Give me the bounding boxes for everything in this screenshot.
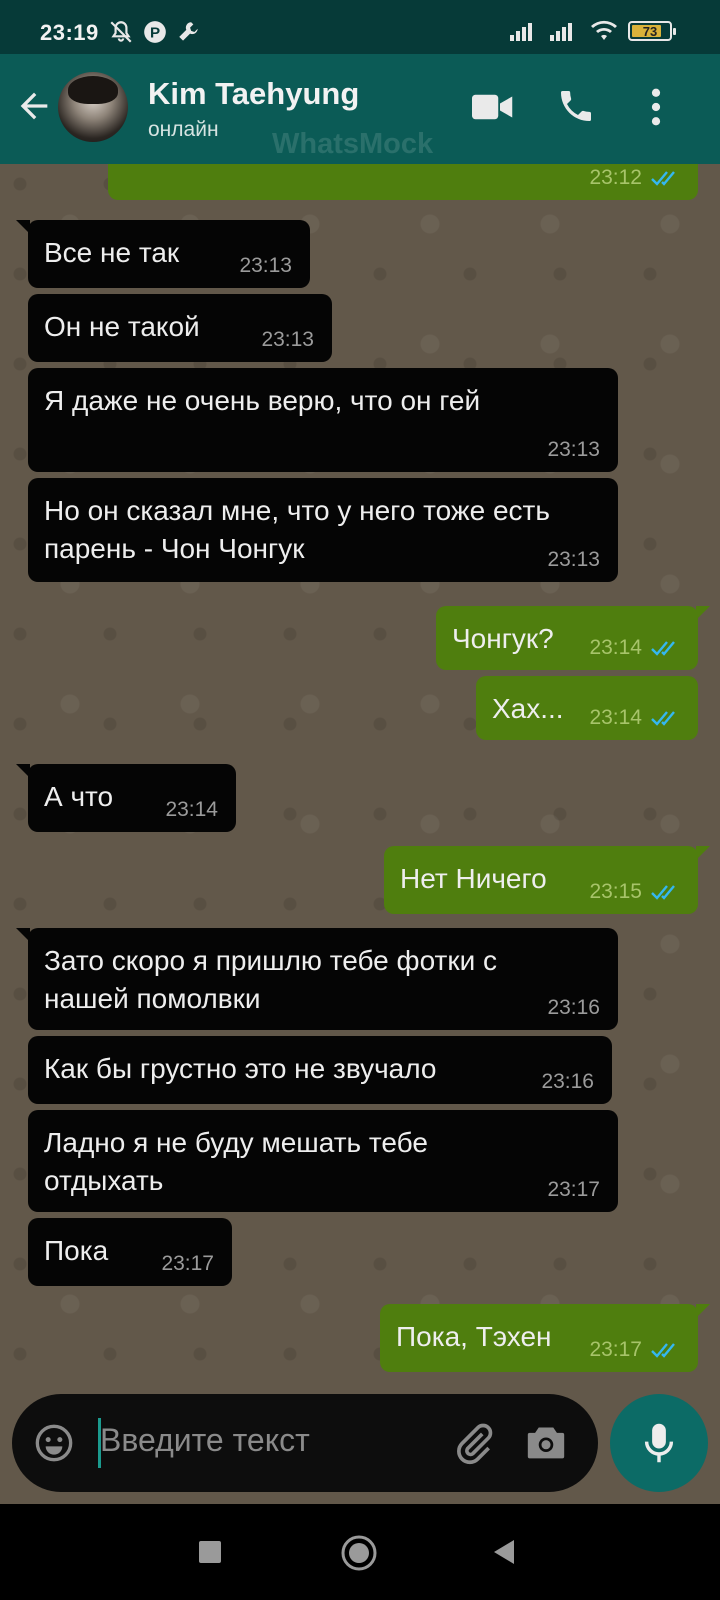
message-outgoing[interactable]: Хах... 23:14 — [476, 676, 698, 740]
message-time: 23:14 — [589, 706, 642, 729]
message-time: 23:17 — [547, 1178, 600, 1201]
message-outgoing[interactable]: Чонгук? 23:14 — [436, 606, 710, 670]
message-time: 23:16 — [541, 1070, 594, 1093]
message-text: Ладно я не буду мешать тебе отдыхать — [44, 1127, 428, 1196]
message-time: 23:12 — [589, 166, 642, 189]
read-ticks-icon — [651, 1343, 675, 1358]
read-ticks-icon — [651, 641, 675, 656]
message-incoming[interactable]: Он не такой 23:13 — [28, 294, 332, 362]
message-incoming[interactable]: Как бы грустно это не звучало 23:16 — [28, 1036, 612, 1104]
back-arrow-icon[interactable] — [14, 86, 54, 126]
message-input[interactable]: Введите текст — [100, 1422, 310, 1459]
message-time: 23:13 — [261, 328, 314, 351]
message-time: 23:13 — [547, 438, 600, 461]
emoji-icon[interactable] — [34, 1423, 74, 1463]
back-triangle-icon[interactable] — [492, 1538, 516, 1566]
chat-header: Kim Taehyung онлайн WhatsMock — [0, 54, 720, 164]
message-outgoing[interactable]: 23:12 — [108, 164, 698, 200]
camera-icon[interactable] — [524, 1422, 568, 1462]
more-options-icon[interactable] — [650, 88, 662, 126]
message-time: 23:14 — [589, 636, 642, 659]
wrench-icon — [179, 22, 198, 41]
message-outgoing[interactable]: Пока, Тэхен 23:17 — [380, 1304, 710, 1372]
message-time: 23:13 — [239, 254, 292, 277]
recents-square-icon[interactable] — [198, 1540, 222, 1564]
message-text: Но он сказал мне, что у него тоже есть п… — [44, 495, 550, 564]
message-incoming[interactable]: Я даже не очень верю, что он гей 23:13 — [28, 368, 618, 472]
system-nav-bar — [0, 1504, 720, 1600]
message-text: Я даже не очень верю, что он гей — [44, 385, 481, 416]
status-time: 23:19 — [40, 20, 99, 45]
bell-off-icon — [110, 21, 132, 43]
message-time: 23:13 — [547, 548, 600, 571]
message-outgoing[interactable]: Нет Ничего 23:15 — [384, 846, 710, 914]
message-incoming[interactable]: Ладно я не буду мешать тебе отдыхать 23:… — [28, 1110, 618, 1212]
message-time: 23:17 — [589, 1338, 642, 1361]
video-call-icon[interactable] — [472, 90, 514, 124]
message-incoming[interactable]: Но он сказал мне, что у него тоже есть п… — [28, 478, 618, 582]
wifi-icon — [591, 20, 617, 40]
read-ticks-icon — [651, 711, 675, 726]
message-time: 23:16 — [547, 996, 600, 1019]
message-time: 23:17 — [161, 1252, 214, 1275]
message-text: Зато скоро я пришлю тебе фотки с нашей п… — [44, 945, 498, 1014]
status-bar: 23:19 P 73 — [0, 0, 720, 54]
message-incoming[interactable]: Зато скоро я пришлю тебе фотки с нашей п… — [16, 928, 618, 1030]
signal-icon — [510, 23, 532, 41]
message-time: 23:15 — [589, 880, 642, 903]
battery-icon: 73 — [628, 21, 676, 41]
message-text: Чонгук? — [452, 623, 554, 654]
chat-area[interactable]: 23:12 Все не так 23:13 Он не такой 23:13… — [0, 164, 720, 1504]
contact-name[interactable]: Kim Taehyung — [148, 76, 359, 112]
phone-icon[interactable] — [556, 86, 596, 126]
message-text: Как бы грустно это не звучало — [44, 1053, 437, 1084]
attach-icon[interactable] — [452, 1422, 496, 1466]
svg-text:P: P — [150, 24, 160, 41]
mic-button[interactable] — [610, 1394, 708, 1492]
contact-status: онлайн — [148, 118, 219, 141]
message-composer[interactable]: Введите текст — [12, 1394, 598, 1492]
read-ticks-icon — [651, 885, 675, 900]
signal-icon-2 — [550, 23, 572, 41]
message-incoming[interactable]: А что 23:14 — [16, 764, 236, 832]
home-circle-icon[interactable] — [340, 1534, 378, 1572]
message-incoming[interactable]: Пока 23:17 — [28, 1218, 232, 1286]
read-ticks-icon — [651, 171, 675, 186]
message-time: 23:14 — [165, 798, 218, 821]
message-incoming[interactable]: Все не так 23:13 — [16, 220, 310, 288]
pinterest-icon: P — [144, 21, 166, 43]
watermark: WhatsMock — [272, 128, 434, 160]
avatar[interactable] — [58, 72, 128, 142]
mic-icon — [644, 1423, 674, 1463]
